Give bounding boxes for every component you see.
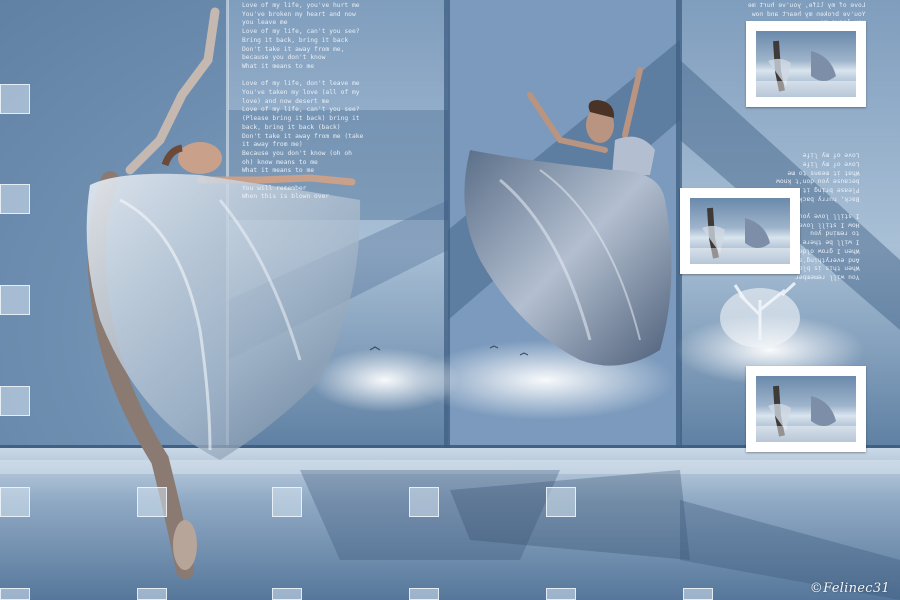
deco-square bbox=[0, 285, 30, 315]
deco-square bbox=[272, 487, 302, 517]
framed-thumbnail bbox=[680, 188, 800, 274]
deco-square bbox=[0, 84, 30, 114]
artwork-canvas: Love of my life, you've hurt me You've b… bbox=[0, 0, 900, 600]
deco-square bbox=[137, 487, 167, 517]
deco-square bbox=[0, 487, 30, 517]
thumbnail-image bbox=[756, 376, 856, 442]
thumbnail-image bbox=[690, 198, 790, 264]
deco-square bbox=[0, 184, 30, 214]
framed-thumbnail bbox=[746, 21, 866, 107]
deco-square bbox=[272, 588, 302, 600]
deco-square bbox=[409, 588, 439, 600]
deco-square bbox=[0, 386, 30, 416]
thumbnail-image bbox=[756, 31, 856, 97]
deco-square bbox=[546, 487, 576, 517]
deco-square bbox=[546, 588, 576, 600]
artist-signature: ©Felinec31 bbox=[809, 581, 890, 596]
deco-square bbox=[683, 588, 713, 600]
framed-thumbnail bbox=[746, 366, 866, 452]
deco-square bbox=[137, 588, 167, 600]
lyrics-text-left: Love of my life, you've hurt me You've b… bbox=[242, 2, 364, 201]
deco-square bbox=[409, 487, 439, 517]
deco-square bbox=[0, 588, 30, 600]
